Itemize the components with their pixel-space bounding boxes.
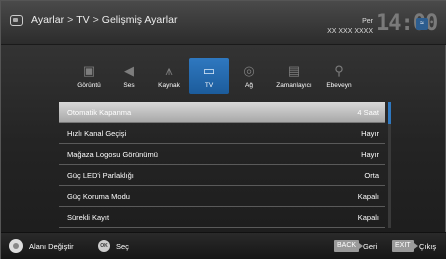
back-button[interactable]: BACK bbox=[334, 240, 364, 252]
back-label: Geri bbox=[363, 242, 378, 251]
tab-4[interactable]: ◎ Ağ bbox=[229, 58, 269, 94]
setting-value: Orta bbox=[364, 171, 379, 180]
breadcrumb-item[interactable]: TV bbox=[76, 14, 89, 26]
settings-menu-icon bbox=[10, 15, 23, 26]
setting-label: Güç LED'i Parlaklığı bbox=[67, 171, 134, 180]
tab-5[interactable]: ▤ Zamanlayıcı bbox=[269, 58, 319, 94]
tab-2[interactable]: ⩚ Kaynak bbox=[149, 58, 189, 94]
tv-menu-screen: Ayarlar > TV > Gelişmiş Ayarlar Per XX XXX X… bbox=[0, 0, 446, 259]
network-icon: ◎ bbox=[243, 63, 255, 78]
list-scrollbar[interactable] bbox=[388, 102, 391, 228]
setting-value: Kapalı bbox=[357, 192, 379, 201]
breadcrumb-current: Gelişmiş Ayarlar bbox=[101, 14, 178, 26]
setting-row[interactable]: Güç Koruma Modu Kapalı bbox=[59, 186, 385, 207]
tab-3[interactable]: ▭ TV bbox=[189, 58, 229, 94]
exit-label: Çıkış bbox=[419, 242, 437, 251]
setting-value: Hayır bbox=[361, 150, 379, 159]
tab-label: Ses bbox=[123, 82, 135, 89]
tab-label: Kaynak bbox=[158, 82, 180, 89]
tab-label: Zamanlayıcı bbox=[276, 82, 312, 89]
scrollbar-thumb[interactable] bbox=[388, 102, 391, 124]
clock: 14:00 bbox=[376, 11, 438, 36]
exit-button[interactable]: EXIT bbox=[392, 240, 418, 252]
footer-select-label: Seç bbox=[116, 242, 129, 251]
picture-icon: ▣ bbox=[82, 63, 96, 78]
tab-label: Ebeveyn bbox=[326, 82, 352, 89]
date: XX XXX XXXX bbox=[327, 28, 373, 35]
header-bar: Ayarlar > TV > Gelişmiş Ayarlar Per XX XXX X… bbox=[1, 1, 446, 45]
breadcrumb-item[interactable]: Ayarlar bbox=[31, 14, 64, 26]
setting-value: Kapalı bbox=[357, 213, 379, 222]
timer-icon: ▤ bbox=[287, 63, 301, 78]
setting-label: Mağaza Logosu Görünümü bbox=[67, 150, 158, 159]
setting-row[interactable]: Güç LED'i Parlaklığı Orta bbox=[59, 165, 385, 186]
setting-row[interactable]: Sürekli Kayıt Kapalı bbox=[59, 207, 385, 228]
tab-label: TV bbox=[204, 82, 214, 89]
setting-row[interactable]: Otomatik Kapanma 4 Saat bbox=[59, 102, 385, 123]
date-display: Per XX XXX XXXX bbox=[327, 17, 373, 35]
breadcrumb-separator: > bbox=[92, 14, 99, 26]
settings-list: Otomatik Kapanma 4 Saat Hızlı Kanal Geçişi… bbox=[59, 102, 385, 228]
tab-0[interactable]: ▣ Görüntü bbox=[69, 58, 109, 94]
tab-label: Görüntü bbox=[77, 82, 101, 89]
ok-button-icon: OK bbox=[98, 240, 110, 252]
setting-row[interactable]: Mağaza Logosu Görünümü Hayır bbox=[59, 144, 385, 165]
signal-badge-icon: ≈ bbox=[416, 18, 428, 30]
footer-nav-label: Alanı Değiştir bbox=[29, 242, 74, 251]
speaker-icon: ◀ bbox=[124, 63, 134, 78]
tab-6[interactable]: ⚲ Ebeveyn bbox=[319, 58, 359, 94]
setting-label: Güç Koruma Modu bbox=[67, 192, 130, 201]
setting-label: Hızlı Kanal Geçişi bbox=[67, 129, 127, 138]
setting-value: 4 Saat bbox=[357, 108, 379, 117]
tab-label: Ağ bbox=[245, 82, 253, 89]
parental-icon: ⚲ bbox=[334, 63, 344, 78]
antenna-icon: ⩚ bbox=[165, 63, 173, 78]
breadcrumb: Ayarlar > TV > Gelişmiş Ayarlar bbox=[31, 14, 177, 26]
category-tabs: ▣ Görüntü ◀ Ses ⩚ Kaynak ▭ TV ◎ Ağ ▤ Zamanlayıcı ⚲ Eb… bbox=[69, 58, 389, 94]
setting-label: Otomatik Kapanma bbox=[67, 108, 132, 117]
tab-1[interactable]: ◀ Ses bbox=[109, 58, 149, 94]
footer-bar: Alanı Değiştir OK Seç BACK Geri EXIT Çık… bbox=[1, 232, 446, 259]
navigation-pad-icon bbox=[9, 239, 23, 253]
setting-row[interactable]: Hızlı Kanal Geçişi Hayır bbox=[59, 123, 385, 144]
setting-label: Sürekli Kayıt bbox=[67, 213, 110, 222]
breadcrumb-separator: > bbox=[67, 14, 74, 26]
setting-value: Hayır bbox=[361, 129, 379, 138]
weekday: Per bbox=[362, 18, 373, 25]
tv-icon: ▭ bbox=[202, 63, 216, 78]
